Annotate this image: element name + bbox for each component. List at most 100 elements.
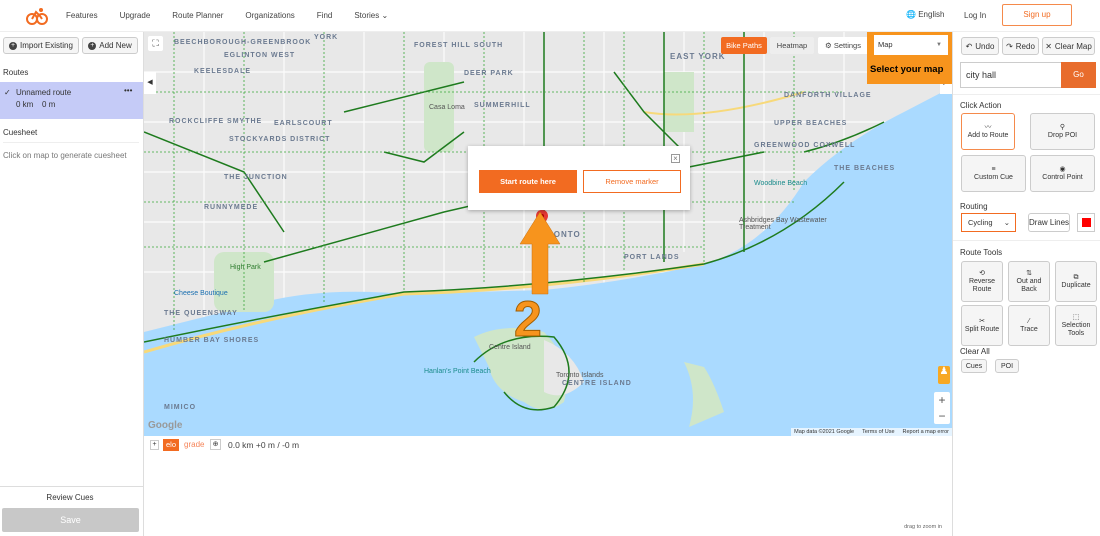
- street-view-pegman-icon[interactable]: ♟: [938, 366, 950, 384]
- map-label: Toronto Islands: [556, 372, 604, 379]
- map-label: EGLINTON WEST: [224, 52, 296, 59]
- out-back-icon: ⇅: [1026, 269, 1032, 277]
- map-label: ROCKCLIFFE SMYTHE: [169, 118, 263, 125]
- list-icon: ≡: [991, 165, 996, 173]
- grade-tab[interactable]: grade: [184, 440, 204, 449]
- nav-route-planner[interactable]: Route Planner: [172, 11, 223, 20]
- map-type-select[interactable]: Map ▼: [874, 35, 948, 55]
- zoom-magnifier-icon[interactable]: ⊕: [210, 439, 221, 450]
- heatmap-toggle[interactable]: Heatmap: [770, 37, 814, 54]
- duplicate-button[interactable]: ⧉ Duplicate: [1055, 261, 1097, 302]
- fullscreen-icon[interactable]: ⛶: [148, 36, 163, 51]
- start-route-button[interactable]: Start route here: [479, 170, 577, 193]
- nav-upgrade[interactable]: Upgrade: [120, 11, 151, 20]
- routing-mode-select[interactable]: Cycling ⌄: [961, 213, 1016, 232]
- zoom-in-button[interactable]: +: [934, 392, 950, 408]
- bike-paths-toggle[interactable]: Bike Paths: [721, 37, 767, 54]
- zoom-controls: + −: [934, 392, 950, 424]
- split-route-button[interactable]: ✂ Split Route: [961, 305, 1003, 346]
- clear-all-heading: Clear All: [960, 347, 990, 356]
- divider: [0, 486, 143, 487]
- route-name: Unnamed route: [16, 88, 72, 97]
- remove-marker-button[interactable]: Remove marker: [583, 170, 681, 193]
- login-link[interactable]: Log In: [964, 11, 986, 20]
- add-new-button[interactable]: + Add New: [82, 37, 138, 54]
- selection-icon: ⬚: [1072, 313, 1080, 321]
- settings-button[interactable]: ⚙ Settings: [818, 37, 868, 54]
- nav-stories[interactable]: Stories ⌄: [354, 11, 388, 20]
- cuesheet-hint: Click on map to generate cuesheet: [3, 151, 127, 160]
- terms-link[interactable]: Terms of Use: [862, 429, 894, 435]
- go-button[interactable]: Go: [1061, 62, 1096, 88]
- expand-icon[interactable]: +: [150, 440, 159, 450]
- map-label: GREENWOOD COXWELL: [754, 142, 856, 149]
- elevation-panel: + elo grade ⊕ 0.0 km +0 m / -0 m drag to…: [144, 436, 952, 536]
- top-nav: Features Upgrade Route Planner Organizat…: [0, 0, 1100, 32]
- clear-cues-button[interactable]: Cues: [961, 359, 987, 373]
- search-input[interactable]: city hall: [960, 62, 1062, 88]
- gear-icon: ⚙: [825, 41, 832, 50]
- drop-poi-button[interactable]: ⚲ Drop POI: [1030, 113, 1095, 150]
- nav-organizations[interactable]: Organizations: [245, 11, 294, 20]
- redo-button[interactable]: ↷ Redo: [1002, 37, 1039, 55]
- elo-tab[interactable]: elo: [163, 439, 179, 451]
- language-selector[interactable]: 🌐 English: [906, 10, 944, 19]
- chevron-down-icon: ⌄: [381, 11, 389, 20]
- map-label: Ashbridges Bay Wastewater Treatment: [739, 217, 827, 231]
- control-point-button[interactable]: ◉ Control Point: [1030, 155, 1095, 192]
- clear-poi-button[interactable]: POI: [995, 359, 1019, 373]
- scissors-icon: ✂: [979, 317, 985, 325]
- route-color-picker[interactable]: [1077, 213, 1095, 232]
- route-elevation: 0 m: [42, 100, 56, 109]
- annotation-number-2: 2: [514, 291, 543, 347]
- cuesheet-heading: Cuesheet: [3, 128, 38, 137]
- plus-icon: +: [9, 41, 18, 50]
- map-label: HUMBER BAY SHORES: [164, 337, 260, 344]
- map-label: DEER PARK: [464, 70, 514, 77]
- map-label: UPPER BEACHES: [774, 120, 848, 127]
- map-label: Woodbine Beach: [754, 180, 808, 187]
- right-sidebar: ↶ Undo ↷ Redo ✕ Clear Map city hall Go Clic…: [952, 32, 1100, 536]
- divider: [3, 142, 139, 143]
- import-existing-button[interactable]: + Import Existing: [3, 37, 79, 54]
- wand-icon: ⁄: [1028, 317, 1030, 325]
- undo-button[interactable]: ↶ Undo: [961, 37, 999, 55]
- map-label: YORK: [314, 34, 339, 41]
- map-label: THE JUNCTION: [224, 174, 288, 181]
- trace-button[interactable]: ⁄ Trace: [1008, 305, 1050, 346]
- custom-cue-button[interactable]: ≡ Custom Cue: [961, 155, 1026, 192]
- routes-heading: Routes: [3, 68, 29, 77]
- signup-button[interactable]: Sign up: [1002, 4, 1072, 26]
- map-label: MIMICO: [164, 404, 197, 411]
- zoom-out-button[interactable]: −: [934, 408, 950, 424]
- map-attribution: Map data ©2021 Google Terms of Use Report …: [791, 428, 952, 436]
- collapse-left-icon[interactable]: ◀: [144, 72, 156, 94]
- copy-icon: ⧉: [1073, 273, 1079, 281]
- out-and-back-button[interactable]: ⇅ Out and Back: [1008, 261, 1050, 302]
- selection-tools-button[interactable]: ⬚ Selection Tools: [1055, 305, 1097, 346]
- nav-features[interactable]: Features: [66, 11, 98, 20]
- chevron-down-icon: ▼: [936, 42, 942, 48]
- nav-find[interactable]: Find: [317, 11, 333, 20]
- draw-lines-button[interactable]: Draw Lines: [1028, 213, 1070, 232]
- save-button[interactable]: Save: [2, 508, 139, 532]
- redo-icon: ↷: [1006, 41, 1013, 51]
- map-label: EARLSCOURT: [274, 120, 333, 127]
- route-list-item[interactable]: ✓ Unnamed route 0 km 0 m •••: [0, 82, 143, 119]
- report-error-link[interactable]: Report a map error: [903, 429, 949, 435]
- review-cues-button[interactable]: Review Cues: [0, 493, 140, 502]
- clear-map-button[interactable]: ✕ Clear Map: [1042, 37, 1095, 55]
- reverse-icon: ⟲: [979, 269, 985, 277]
- elevation-stats: 0.0 km +0 m / -0 m: [228, 440, 300, 450]
- add-to-route-button[interactable]: 〰 Add to Route: [961, 113, 1015, 150]
- close-icon[interactable]: ×: [671, 154, 680, 163]
- map-label: THE BEACHES: [834, 165, 896, 172]
- left-sidebar: + Import Existing + Add New Routes ✓ Unnam…: [0, 32, 144, 536]
- logo-icon[interactable]: [26, 7, 48, 25]
- more-options-icon[interactable]: •••: [124, 86, 132, 95]
- reverse-route-button[interactable]: ⟲ Reverse Route: [961, 261, 1003, 302]
- close-icon: ✕: [1045, 41, 1052, 51]
- routing-heading: Routing: [960, 202, 988, 211]
- map-label: THE QUEENSWAY: [164, 310, 238, 317]
- route-line-icon: 〰: [984, 123, 992, 131]
